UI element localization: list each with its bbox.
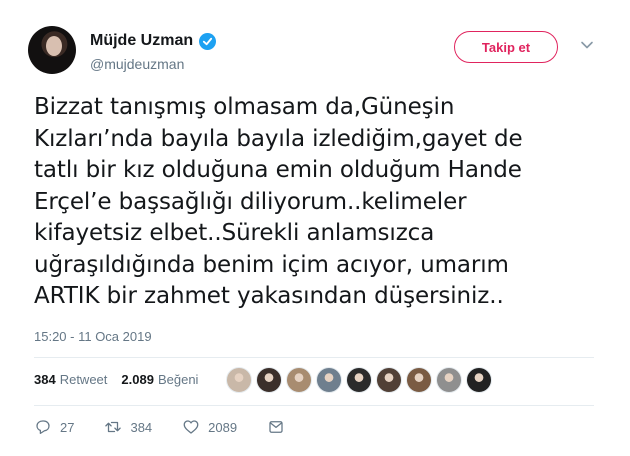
tweet-line: uğraşıldığında benim içim acıyor, umarım [34, 251, 509, 278]
tweet-line: Bizzat tanışmış olmasam da,Güneşin [34, 94, 455, 120]
user-handle[interactable]: @mujdeuzman [90, 56, 184, 72]
tweet-line: Kızları’nda bayıla bayıla izlediğim,gaye… [34, 125, 523, 152]
retweet-label[interactable]: Retweet [60, 372, 108, 387]
follow-button[interactable]: Takip et [454, 31, 558, 63]
tweet-timestamp[interactable]: 15:20 - 11 Oca 2019 [34, 329, 152, 344]
liker-avatar[interactable] [466, 367, 492, 393]
like-count[interactable]: 2.089 [121, 372, 154, 387]
like-count: 2089 [208, 419, 238, 435]
liker-avatar[interactable] [256, 367, 282, 393]
verified-badge-icon [199, 32, 217, 50]
tweet-stats: 384 Retweet 2.089 Beğeni [34, 372, 198, 387]
retweet-count[interactable]: 384 [34, 372, 56, 387]
reply-action[interactable]: 27 [34, 418, 74, 436]
retweet-icon [105, 421, 122, 433]
tweet-actions: 27 384 2089 [34, 418, 315, 436]
tweet-text: Bizzat tanışmış olmasam da,Güneşin Kızla… [34, 92, 594, 313]
tweet-line: Erçel’e başsağlığı diliyorum..kelimeler [34, 188, 467, 215]
liker-avatar[interactable] [316, 367, 342, 393]
liker-avatar[interactable] [346, 367, 372, 393]
name-row: Müjde Uzman [90, 32, 217, 50]
retweet-count: 384 [130, 419, 153, 435]
tweet-line: tatlı bir kız olduğuna emin olduğum Hand… [34, 157, 522, 183]
like-label[interactable]: Beğeni [158, 372, 198, 387]
liker-avatar[interactable] [376, 367, 402, 393]
direct-message-action[interactable] [267, 418, 285, 436]
heart-icon [183, 420, 199, 434]
avatar[interactable] [28, 26, 76, 74]
divider [34, 405, 594, 406]
message-icon [269, 421, 283, 433]
chevron-down-icon[interactable] [580, 38, 594, 52]
tweet-line: ARTIK bir zahmet yakasından düşersiniz.. [34, 283, 504, 309]
display-name[interactable]: Müjde Uzman [90, 32, 193, 50]
liker-avatar[interactable] [226, 367, 252, 393]
reply-count: 27 [60, 419, 75, 435]
tweet-line: kifayetsiz elbet..Sürekli anlamsızca [34, 220, 435, 246]
liker-avatar[interactable] [406, 367, 432, 393]
liker-avatar[interactable] [436, 367, 462, 393]
tweet-header: Müjde Uzman @mujdeuzman Takip et [28, 22, 608, 82]
liker-avatar[interactable] [286, 367, 312, 393]
like-action[interactable]: 2089 [182, 418, 237, 436]
retweet-action[interactable]: 384 [104, 418, 152, 436]
divider [34, 357, 594, 358]
reply-icon [36, 420, 50, 435]
likers-avatars [226, 367, 492, 393]
